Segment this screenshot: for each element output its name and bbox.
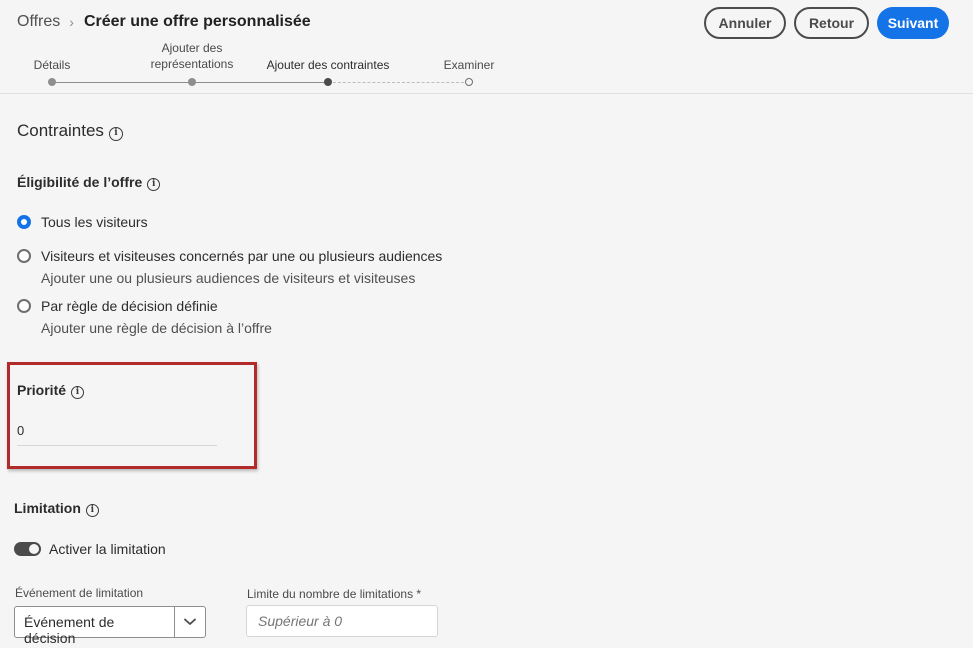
- step-review-label: Examiner: [443, 58, 495, 72]
- breadcrumb-chevron-icon: ›: [69, 14, 74, 30]
- step-representations-dot: [188, 78, 196, 86]
- radio-button[interactable]: [17, 299, 31, 313]
- capping-limit-label-text: Limite du nombre de limitations: [247, 587, 414, 601]
- step-constraints-label: Ajouter des contraintes: [266, 58, 390, 72]
- required-asterisk: *: [416, 587, 422, 601]
- next-button[interactable]: Suivant: [877, 7, 949, 39]
- capping-limit-input[interactable]: [246, 605, 438, 637]
- capping-event-value: Événement de décision: [24, 614, 115, 646]
- capping-title: Limitation: [14, 500, 81, 516]
- capping-limit-label: Limite du nombre de limitations *: [247, 587, 421, 601]
- info-icon[interactable]: i: [85, 504, 99, 517]
- cancel-button[interactable]: Annuler: [704, 7, 786, 39]
- breadcrumb: Offres › Créer une offre personnalisée: [17, 13, 311, 31]
- back-button[interactable]: Retour: [794, 7, 869, 39]
- step-line-remaining: [328, 82, 469, 83]
- capping-toggle[interactable]: [14, 542, 41, 556]
- radio-all-visitors[interactable]: Tous les visiteurs: [17, 213, 148, 231]
- capping-event-picker[interactable]: Événement de décision: [14, 606, 206, 646]
- radio-button[interactable]: [17, 249, 31, 263]
- progress-stepper: Détails Ajouter des représentations Ajou…: [0, 40, 973, 90]
- capping-event-label: Événement de limitation: [15, 586, 144, 600]
- step-constraints-dot: [324, 78, 332, 86]
- capping-heading: Limitation i: [14, 500, 99, 517]
- info-icon[interactable]: i: [147, 178, 161, 191]
- constraints-title: Contraintes: [17, 121, 104, 140]
- radio-button[interactable]: [17, 215, 31, 229]
- step-representations-label: Ajouter des représentations: [150, 41, 234, 71]
- info-icon[interactable]: i: [108, 127, 123, 141]
- eligibility-title: Éligibilité de l’offre: [17, 174, 143, 190]
- priority-input[interactable]: 0: [17, 416, 217, 446]
- info-icon[interactable]: i: [71, 386, 85, 399]
- radio-description: Ajouter une ou plusieurs audiences de vi…: [41, 270, 416, 286]
- step-details-dot: [48, 78, 56, 86]
- constraints-heading: Contraintes i: [17, 121, 123, 141]
- page-title: Créer une offre personnalisée: [83, 13, 311, 30]
- priority-heading: Priorité i: [17, 382, 85, 399]
- step-details-label: Détails: [33, 58, 71, 72]
- radio-label: Par règle de décision définie: [41, 298, 218, 314]
- radio-label: Visiteurs et visiteuses concernés par un…: [41, 248, 443, 264]
- radio-label: Tous les visiteurs: [41, 214, 148, 230]
- eligibility-heading: Éligibilité de l’offre i: [17, 174, 161, 191]
- radio-decision-rule[interactable]: Par règle de décision définie Ajouter un…: [17, 297, 272, 337]
- breadcrumb-offers-link[interactable]: Offres: [17, 13, 60, 31]
- radio-description: Ajouter une règle de décision à l’offre: [41, 320, 272, 336]
- chevron-down-icon: [184, 618, 196, 625]
- priority-title: Priorité: [17, 382, 67, 398]
- radio-audiences[interactable]: Visiteurs et visiteuses concernés par un…: [17, 247, 442, 287]
- toggle-knob: [29, 544, 39, 554]
- step-review-dot: [465, 78, 473, 86]
- header: Offres › Créer une offre personnalisée A…: [0, 0, 973, 94]
- capping-toggle-label: Activer la limitation: [49, 541, 166, 557]
- picker-dropdown-button[interactable]: [174, 607, 205, 637]
